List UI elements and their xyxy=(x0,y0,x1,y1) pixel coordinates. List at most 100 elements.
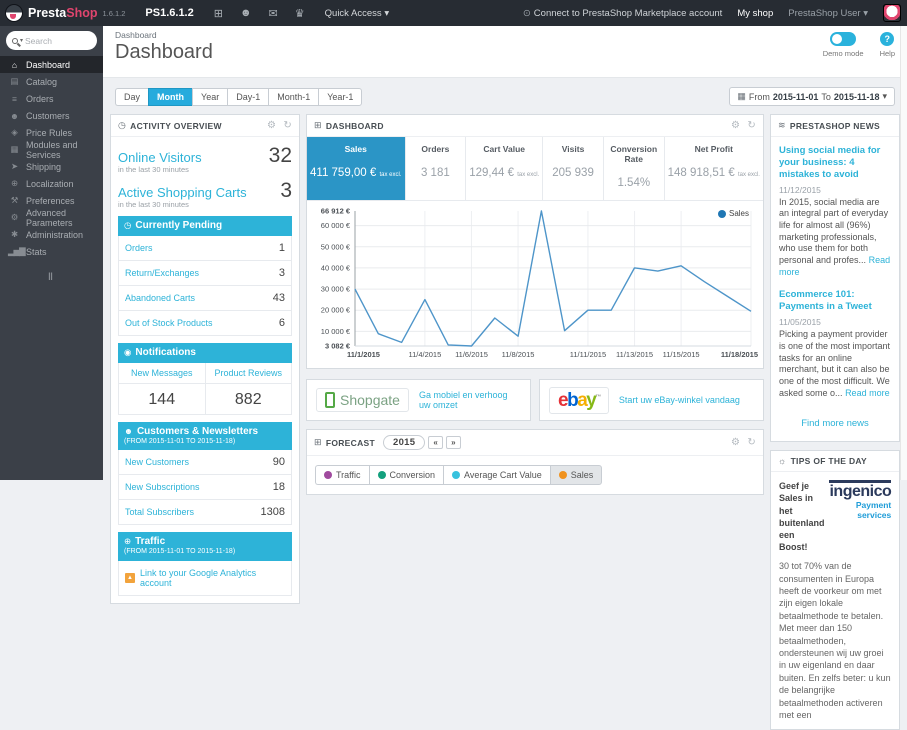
kpi-visits[interactable]: Visits 205 939 xyxy=(543,137,604,200)
sidebar-item-modules[interactable]: ▦ Modules and Services xyxy=(0,140,103,160)
achievements-icon[interactable]: ♛ xyxy=(295,7,305,20)
group-icon: ☻ xyxy=(10,110,19,121)
demo-mode-toggle[interactable]: Demo mode xyxy=(823,32,864,58)
news-article: Ecommerce 101: Payments in a Tweet 11/05… xyxy=(779,289,891,399)
search-input[interactable] xyxy=(25,35,78,46)
filter-day-1-button[interactable]: Day-1 xyxy=(227,87,269,106)
chart-legend[interactable]: Sales xyxy=(717,209,749,218)
sidebar-search[interactable]: ▾ xyxy=(6,31,97,50)
main-area: Dashboard Dashboard Demo mode ? Help Day… xyxy=(103,26,907,730)
clock-icon: ◷ xyxy=(118,120,127,130)
cart-icon[interactable]: ⊞ xyxy=(214,7,223,20)
marketplace-link[interactable]: ⊙ Connect to PrestaShop Marketplace accou… xyxy=(523,8,723,19)
messages-icon[interactable]: ✉ xyxy=(269,7,278,20)
sidebar-item-price-rules[interactable]: ◈ Price Rules xyxy=(0,124,103,141)
sidebar-item-administration[interactable]: ✱ Administration xyxy=(0,226,103,243)
sidebar-item-dashboard[interactable]: ⌂ Dashboard xyxy=(0,56,103,73)
ebay-letter: y xyxy=(586,389,597,411)
kpi-sales[interactable]: Sales 411 759,00 € tax excl. xyxy=(307,137,406,200)
out-of-stock-link[interactable]: Out of Stock Products xyxy=(125,318,213,328)
read-more-link[interactable]: Read more xyxy=(845,388,890,398)
sidebar-item-stats[interactable]: ▂▅▇ Stats xyxy=(0,243,103,260)
active-carts-link[interactable]: Active Shopping Carts xyxy=(118,185,247,200)
brand-name: PrestaShop xyxy=(28,6,98,20)
modules-icon: ▦ xyxy=(10,144,18,154)
customers-newsletters-header: ☻ Customers & Newsletters (FROM 2015-11-01… xyxy=(118,422,292,451)
gear-icon[interactable]: ⚙ xyxy=(731,437,740,448)
refresh-icon[interactable]: ↻ xyxy=(747,120,756,131)
help-icon[interactable]: ? xyxy=(880,32,895,46)
quick-access-menu[interactable]: Quick Access ▾ xyxy=(325,8,389,19)
kpi-net-profit[interactable]: Net Profit 148 918,51 € tax excl. xyxy=(665,137,763,200)
kpi-orders[interactable]: Orders 3 181 xyxy=(406,137,467,200)
sidebar-item-localization[interactable]: ⊕ Localization xyxy=(0,175,103,192)
article-title-link[interactable]: Ecommerce 101: Payments in a Tweet xyxy=(779,289,891,313)
brand[interactable]: PrestaShop 1.6.1.2 xyxy=(0,4,133,22)
forecast-panel-title: FORECAST xyxy=(325,437,375,448)
notifications-header: ◉ Notifications xyxy=(118,343,292,363)
abandoned-carts-link[interactable]: Abandoned Carts xyxy=(125,293,195,303)
gear-icon[interactable]: ⚙ xyxy=(731,120,740,131)
filter-year-button[interactable]: Year xyxy=(192,87,228,106)
sidebar-item-shipping[interactable]: ➤ Shipping xyxy=(0,158,103,175)
returns-link[interactable]: Return/Exchanges xyxy=(125,268,199,278)
orders-link[interactable]: Orders xyxy=(125,243,153,253)
shopgate-logo: Shopgate xyxy=(316,388,409,412)
user-menu[interactable]: PrestaShop User ▾ xyxy=(788,8,868,19)
new-customers-link[interactable]: New Customers xyxy=(125,457,189,467)
table-row: Total Subscribers 1308 xyxy=(118,500,292,526)
gear-icon[interactable]: ⚙ xyxy=(267,120,276,131)
sidebar: ▾ ⌂Dashboard ▤Catalog ≡Orders ☻Customers… xyxy=(0,26,103,480)
forecast-year[interactable]: 2015 xyxy=(383,435,426,450)
ebay-logo: ebay™ xyxy=(549,386,609,414)
refresh-icon[interactable]: ↻ xyxy=(747,437,756,448)
google-analytics-link[interactable]: ▲ Link to your Google Analytics account xyxy=(118,560,292,596)
forecast-conversion-toggle[interactable]: Conversion xyxy=(368,465,444,485)
sidebar-item-advanced-parameters[interactable]: ⚙ Advanced Parameters xyxy=(0,208,103,228)
caret-down-icon: ▾ xyxy=(863,7,868,19)
filter-month-button[interactable]: Month xyxy=(148,87,193,106)
forward-icon[interactable]: » xyxy=(446,436,461,449)
ebay-letter: b xyxy=(567,389,579,411)
online-visitors-link[interactable]: Online Visitors xyxy=(118,150,202,165)
forecast-sales-toggle[interactable]: Sales xyxy=(549,465,603,485)
sidebar-item-catalog[interactable]: ▤ Catalog xyxy=(0,73,103,90)
bell-icon: ◉ xyxy=(124,347,132,357)
phone-icon xyxy=(325,392,335,408)
product-reviews-link[interactable]: Product Reviews xyxy=(205,363,291,384)
total-subscribers-link[interactable]: Total Subscribers xyxy=(125,507,194,517)
find-more-news-link[interactable]: Find more news xyxy=(779,410,891,439)
sidebar-item-orders[interactable]: ≡ Orders xyxy=(0,90,103,107)
forecast-legend: Traffic Conversion Average Cart Value Sa… xyxy=(307,456,763,494)
refresh-icon[interactable]: ↻ xyxy=(283,120,292,131)
sidebar-item-preferences[interactable]: ⚒ Preferences xyxy=(0,192,103,209)
article-title-link[interactable]: Using social media for your business: 4 … xyxy=(779,145,891,181)
customers-icon[interactable]: ☻ xyxy=(240,7,252,20)
breadcrumb[interactable]: Dashboard xyxy=(115,30,895,40)
forecast-traffic-toggle[interactable]: Traffic xyxy=(315,465,369,485)
kpi-cart-value[interactable]: Cart Value 129,44 € tax excl. xyxy=(466,137,544,200)
toggle-icon[interactable] xyxy=(830,32,857,46)
avatar[interactable] xyxy=(883,4,901,22)
filter-month-1-button[interactable]: Month-1 xyxy=(268,87,319,106)
shopgate-link[interactable]: Ga mobiel en verhoog uw omzet xyxy=(419,390,521,410)
new-messages-link[interactable]: New Messages xyxy=(119,363,205,384)
help-button[interactable]: ? Help xyxy=(880,32,895,58)
my-shop-link[interactable]: My shop xyxy=(737,8,773,19)
date-range-button[interactable]: ▦ From 2015-11-01 To 2015-11-18 ▾ xyxy=(729,87,895,106)
google-analytics-icon: ▲ xyxy=(125,572,135,583)
legend-dot-icon xyxy=(324,471,332,479)
ebay-link[interactable]: Start uw eBay-winkel vandaag xyxy=(619,395,740,405)
lightbulb-icon: ☼ xyxy=(778,456,787,467)
ebay-letter: e xyxy=(558,389,569,411)
rewind-icon[interactable]: « xyxy=(428,436,444,449)
new-subscriptions-link[interactable]: New Subscriptions xyxy=(125,482,200,492)
table-row: New Customers 90 xyxy=(118,450,292,476)
sidebar-item-customers[interactable]: ☻ Customers xyxy=(0,107,103,124)
forecast-avg-cart-toggle[interactable]: Average Cart Value xyxy=(443,465,550,485)
filter-day-button[interactable]: Day xyxy=(115,87,149,106)
scrollbar[interactable] xyxy=(900,26,907,480)
filter-year-1-button[interactable]: Year-1 xyxy=(318,87,363,106)
kpi-conversion-rate[interactable]: Conversion Rate 1.54% xyxy=(604,137,665,200)
sidebar-collapse-button[interactable]: ‖ xyxy=(0,272,103,283)
